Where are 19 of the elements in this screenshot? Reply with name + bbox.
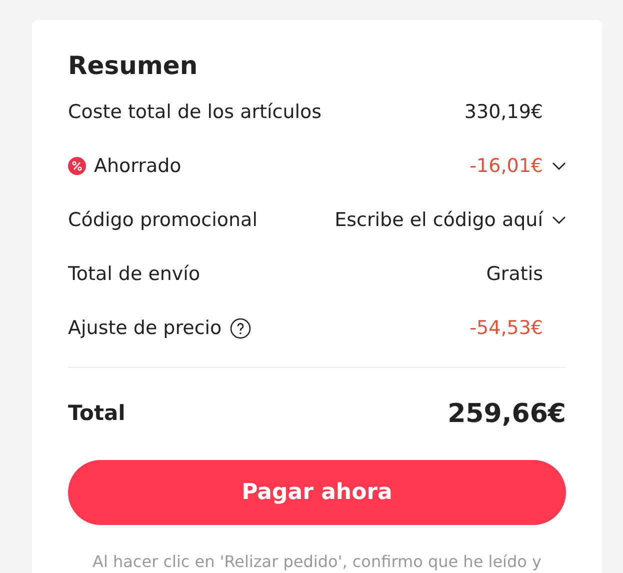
row-label: Coste total de los artículos (68, 100, 322, 125)
row-label: Ajuste de precio (68, 316, 222, 341)
row-value: 330,19€ (464, 100, 543, 125)
row-value: Gratis (486, 262, 543, 287)
total-label: Total (68, 400, 126, 428)
row-label: Ahorrado (94, 154, 182, 179)
pay-now-button[interactable]: Pagar ahora (68, 460, 566, 525)
row-value[interactable]: -16,01€ (470, 152, 543, 180)
row-label: Total de envío (68, 262, 200, 287)
row-label: Código promocional (68, 208, 258, 233)
row-value: -54,53€ (470, 316, 543, 341)
chevron-down-icon[interactable] (552, 216, 566, 224)
summary-title: Resumen (68, 50, 199, 82)
chevron-down-icon[interactable] (552, 162, 566, 170)
row-value[interactable]: Escribe el código aquí (334, 206, 543, 234)
order-notice: Al hacer clic en 'Relizar pedido', confirmo que he leído y (92, 551, 542, 573)
help-icon[interactable] (230, 318, 251, 338)
discount-badge-icon (68, 157, 86, 175)
total-amount: 259,66€ (448, 398, 566, 430)
